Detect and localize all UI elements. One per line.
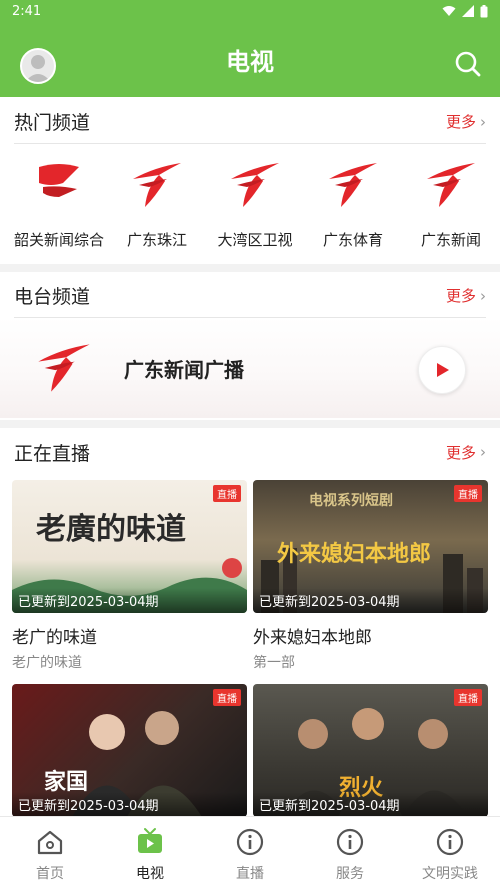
play-icon: [437, 363, 449, 377]
tab-tv[interactable]: 电视: [100, 817, 200, 888]
live-card[interactable]: 电视系列短剧 外来媳妇本地郎 直播 已更新到2025-03-04期 外来媳妇本地…: [253, 480, 488, 672]
avatar[interactable]: [20, 48, 56, 84]
live-card[interactable]: 烈火 直播 已更新到2025-03-04期: [253, 684, 488, 817]
app-header: 电视: [0, 22, 500, 97]
live-badge: 直播: [213, 689, 241, 706]
tab-label: 文明实践: [422, 866, 478, 882]
info-icon: [336, 828, 364, 856]
info-icon: [236, 828, 264, 856]
live-thumbnail: 家国 直播 已更新到2025-03-04期: [12, 684, 247, 817]
bottom-tab-bar: 首页 电视 直播 服务 文明实践: [0, 816, 500, 888]
update-status: 已更新到2025-03-04期: [12, 588, 247, 613]
program-title: 外来媳妇本地郎: [253, 628, 372, 648]
tab-live[interactable]: 直播: [200, 817, 300, 888]
hot-channel-list: 韶关新闻综合 广东珠江 大湾区卫视 广东体育 广东新闻: [10, 155, 500, 255]
channel-name: 广东体育: [322, 231, 383, 249]
tab-label: 电视: [136, 866, 164, 882]
live-thumbnail: 烈火 直播 已更新到2025-03-04期: [253, 684, 488, 817]
program-title: 老广的味道: [12, 628, 97, 648]
radio-more-link[interactable]: 更多 ›: [446, 285, 486, 306]
live-card[interactable]: 老廣的味道 直播 已更新到2025-03-04期 老广的味道 老广的味道: [12, 480, 247, 672]
program-subtitle: 老广的味道: [12, 655, 82, 671]
live-badge: 直播: [213, 485, 241, 502]
section-divider: [0, 264, 500, 272]
chevron-right-icon: ›: [480, 286, 486, 305]
hot-channels-header: 热门频道 更多 ›: [14, 100, 486, 144]
overlay-title: 外来媳妇本地郎: [277, 542, 432, 567]
channel-item-greater-bay[interactable]: 大湾区卫视: [206, 155, 304, 255]
live-header: 正在直播 更多 ›: [14, 430, 486, 474]
search-icon[interactable]: [454, 50, 482, 78]
status-time: 2:41: [12, 3, 42, 19]
live-thumbnail: 电视系列短剧 外来媳妇本地郎 直播 已更新到2025-03-04期: [253, 480, 488, 613]
shaoguan-tv-logo-icon: [29, 155, 89, 215]
update-status: 已更新到2025-03-04期: [253, 792, 488, 817]
chevron-right-icon: ›: [480, 112, 486, 131]
overlay-title: 老廣的味道: [36, 512, 186, 547]
hot-more-link[interactable]: 更多 ›: [446, 111, 486, 132]
home-icon: [37, 830, 63, 855]
channel-item-shaoguan[interactable]: 韶关新闻综合: [10, 155, 108, 255]
more-label: 更多: [445, 443, 476, 462]
update-status: 已更新到2025-03-04期: [253, 588, 488, 613]
tab-services[interactable]: 服务: [300, 817, 400, 888]
play-button[interactable]: [418, 346, 466, 394]
battery-icon: [480, 4, 488, 17]
channel-item-sports[interactable]: 广东体育: [304, 155, 402, 255]
tab-home[interactable]: 首页: [0, 817, 100, 888]
wifi-icon: [442, 6, 456, 16]
channel-name: 广东珠江: [126, 231, 187, 249]
section-divider: [0, 420, 500, 428]
signal-icon: [462, 5, 474, 17]
channel-name: 大湾区卫视: [217, 231, 293, 249]
info-icon: [436, 828, 464, 856]
overlay-top-title: 电视系列短剧: [309, 493, 393, 509]
gdtv-logo-icon: [421, 155, 481, 215]
live-badge: 直播: [454, 689, 482, 706]
user-icon: [25, 55, 51, 82]
live-thumbnail: 老廣的味道 直播 已更新到2025-03-04期: [12, 480, 247, 613]
channel-name: 广东新闻: [420, 231, 481, 249]
more-label: 更多: [445, 287, 476, 305]
channel-item-zhujiang[interactable]: 广东珠江: [108, 155, 206, 255]
live-card[interactable]: 家国 直播 已更新到2025-03-04期: [12, 684, 247, 817]
tab-label: 直播: [236, 866, 264, 882]
live-badge: 直播: [454, 485, 482, 502]
radio-station-name: 广东新闻广播: [124, 358, 244, 382]
section-title-live: 正在直播: [14, 442, 91, 465]
chevron-right-icon: ›: [480, 443, 486, 461]
tab-civilization-practice[interactable]: 文明实践: [400, 817, 500, 888]
channel-item-news[interactable]: 广东新闻: [402, 155, 500, 255]
tab-label: 首页: [36, 866, 64, 882]
tv-icon: [138, 828, 162, 853]
page-title: 电视: [226, 48, 274, 76]
gdtv-logo-icon: [127, 155, 187, 215]
section-title-hot: 热门频道: [14, 112, 91, 134]
status-bar: 2:41: [0, 0, 500, 22]
tab-label: 服务: [336, 866, 364, 882]
radio-channels-header: 电台频道 更多 ›: [14, 274, 486, 318]
gdtv-logo-icon: [323, 155, 383, 215]
section-title-radio: 电台频道: [14, 286, 91, 308]
radio-station-card[interactable]: 广东新闻广播: [0, 318, 500, 418]
channel-name: 韶关新闻综合: [13, 231, 104, 249]
more-label: 更多: [445, 113, 476, 131]
gdtv-logo-icon: [225, 155, 285, 215]
update-status: 已更新到2025-03-04期: [12, 792, 247, 817]
gdtv-logo-icon: [38, 344, 90, 392]
live-more-link[interactable]: 更多 ›: [446, 442, 486, 463]
program-subtitle: 第一部: [253, 655, 295, 671]
